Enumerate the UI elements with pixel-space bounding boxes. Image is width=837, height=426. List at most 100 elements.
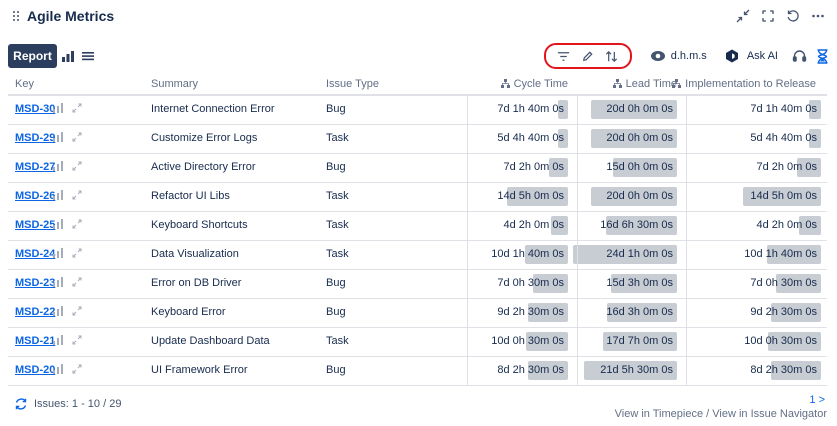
view-in-timepiece-link[interactable]: View in Timepiece xyxy=(615,408,703,420)
chart-icon[interactable] xyxy=(53,335,63,345)
issue-key-link[interactable]: MSD-21 xyxy=(15,335,55,347)
expand-icon[interactable] xyxy=(72,161,82,171)
impl-release-cell: 5d 4h 40m 0s xyxy=(675,129,821,148)
issue-key-link[interactable]: MSD-23 xyxy=(15,277,55,289)
collapse-icon[interactable] xyxy=(735,8,750,23)
bar-chart-icon[interactable] xyxy=(60,48,76,64)
chart-icon[interactable] xyxy=(53,364,63,374)
hourglass-icon[interactable] xyxy=(816,48,829,64)
issue-key-link[interactable]: MSD-30 xyxy=(15,103,55,115)
more-options-icon[interactable] xyxy=(810,8,825,23)
chart-icon[interactable] xyxy=(53,190,63,200)
lead-time-cell: 24d 1h 0m 0s xyxy=(563,245,677,264)
cycle-time-cell: 10d 0h 30m 0s xyxy=(451,332,568,351)
pagination[interactable]: 1 > xyxy=(809,394,825,406)
impl-release-value: 8d 2h 30m 0s xyxy=(750,364,817,376)
lead-time-cell: 15d 0h 0m 0s xyxy=(563,158,677,177)
cycle-time-value: 14d 5h 0m 0s xyxy=(497,190,564,202)
issue-summary: Keyboard Shortcuts xyxy=(151,219,248,231)
lead-time-value: 15d 0h 0m 0s xyxy=(606,161,673,173)
lead-time-value: 17d 7h 0m 0s xyxy=(606,335,673,347)
impl-release-cell: 4d 2h 0m 0s xyxy=(675,216,821,235)
issue-key-link[interactable]: MSD-25 xyxy=(15,219,55,231)
footer: Issues: 1 - 10 / 29 1 > View in Timepiec… xyxy=(0,390,837,426)
chart-icon[interactable] xyxy=(53,306,63,316)
expand-icon[interactable] xyxy=(72,132,82,142)
expand-icon[interactable] xyxy=(72,364,82,374)
filter-icon[interactable] xyxy=(556,49,571,64)
issue-type: Task xyxy=(326,190,349,202)
column-header-impl-release[interactable]: Implementation to Release xyxy=(672,78,816,90)
ai-logo-icon xyxy=(725,49,738,63)
lead-time-cell: 16d 6h 30m 0s xyxy=(563,216,677,235)
drag-handle-icon[interactable] xyxy=(13,11,21,23)
chart-icon[interactable] xyxy=(53,277,63,287)
impl-release-value: 4d 2h 0m 0s xyxy=(756,219,817,231)
table-header: Key Summary Issue Type Cycle Time Lead T… xyxy=(8,72,827,96)
lead-time-label: Lead Time xyxy=(625,78,677,90)
cycle-time-cell: 10d 1h 40m 0s xyxy=(451,245,568,264)
issue-summary: UI Framework Error xyxy=(151,364,248,376)
lead-time-cell: 21d 5h 30m 0s xyxy=(563,361,677,380)
expand-icon[interactable] xyxy=(72,190,82,200)
column-header-key[interactable]: Key xyxy=(15,78,34,90)
expand-icon[interactable] xyxy=(72,219,82,229)
sort-icon[interactable] xyxy=(604,49,619,64)
column-header-cycle-time[interactable]: Cycle Time xyxy=(500,78,568,90)
expand-icon[interactable] xyxy=(72,103,82,113)
issue-key-link[interactable]: MSD-24 xyxy=(15,248,55,260)
link-separator: / xyxy=(703,408,713,420)
lead-time-cell: 20d 0h 0m 0s xyxy=(563,100,677,119)
lead-time-cell: 15d 3h 0m 0s xyxy=(563,274,677,293)
list-view-icon[interactable] xyxy=(80,48,96,64)
issue-key-link[interactable]: MSD-26 xyxy=(15,190,55,202)
support-headset-icon[interactable] xyxy=(792,49,807,64)
ask-ai-button[interactable]: Ask AI xyxy=(725,49,778,63)
expand-icon[interactable] xyxy=(72,248,82,258)
impl-release-cell: 10d 0h 30m 0s xyxy=(675,332,821,351)
table-row: MSD-21 Update Dashboard Data Task 10d 0h 30… xyxy=(8,328,827,357)
chart-icon[interactable] xyxy=(53,103,63,113)
cycle-time-value: 10d 1h 40m 0s xyxy=(491,248,564,260)
impl-release-cell: 9d 2h 30m 0s xyxy=(675,303,821,322)
column-header-summary[interactable]: Summary xyxy=(151,78,198,90)
issue-summary: Internet Connection Error xyxy=(151,103,275,115)
impl-release-cell: 10d 1h 40m 0s xyxy=(675,245,821,264)
chart-icon[interactable] xyxy=(53,248,63,258)
cycle-time-value: 7d 2h 0m 0s xyxy=(503,161,564,173)
expand-icon[interactable] xyxy=(72,306,82,316)
issue-summary: Data Visualization xyxy=(151,248,239,260)
footer-links: View in Timepiece / View in Issue Naviga… xyxy=(615,408,827,420)
chart-icon[interactable] xyxy=(53,132,63,142)
column-header-issue-type[interactable]: Issue Type xyxy=(326,78,379,90)
chart-icon[interactable] xyxy=(53,161,63,171)
expand-icon[interactable] xyxy=(72,335,82,345)
edit-icon[interactable] xyxy=(580,49,595,64)
time-format-toggle[interactable]: d.h.m.s xyxy=(650,49,707,63)
cycle-time-value: 7d 1h 40m 0s xyxy=(497,103,564,115)
issue-key-link[interactable]: MSD-22 xyxy=(15,306,55,318)
issue-key-link[interactable]: MSD-20 xyxy=(15,364,55,376)
sync-icon[interactable] xyxy=(14,397,28,411)
impl-release-cell: 14d 5h 0m 0s xyxy=(675,187,821,206)
impl-release-cell: 7d 2h 0m 0s xyxy=(675,158,821,177)
chart-icon[interactable] xyxy=(53,219,63,229)
issue-key-link[interactable]: MSD-27 xyxy=(15,161,55,173)
cycle-time-cell: 8d 2h 30m 0s xyxy=(451,361,568,380)
cycle-time-value: 8d 2h 30m 0s xyxy=(497,364,564,376)
issue-type: Bug xyxy=(326,103,346,115)
refresh-icon[interactable] xyxy=(785,8,800,23)
column-header-lead-time[interactable]: Lead Time xyxy=(612,78,677,90)
metrics-table: Key Summary Issue Type Cycle Time Lead T… xyxy=(8,72,827,386)
fullscreen-icon[interactable] xyxy=(760,8,775,23)
expand-icon[interactable] xyxy=(72,277,82,287)
issues-counter: Issues: 1 - 10 / 29 xyxy=(14,397,121,411)
cycle-time-cell: 7d 0h 30m 0s xyxy=(451,274,568,293)
issue-key-link[interactable]: MSD-29 xyxy=(15,132,55,144)
toolbar: Report d.h.m.s Ask AI xyxy=(8,43,829,69)
issue-summary: Refactor UI Libs xyxy=(151,190,230,202)
lead-time-value: 20d 0h 0m 0s xyxy=(606,132,673,144)
report-button[interactable]: Report xyxy=(8,44,57,68)
issue-summary: Keyboard Error xyxy=(151,306,226,318)
view-in-issue-navigator-link[interactable]: View in Issue Navigator xyxy=(712,408,827,420)
